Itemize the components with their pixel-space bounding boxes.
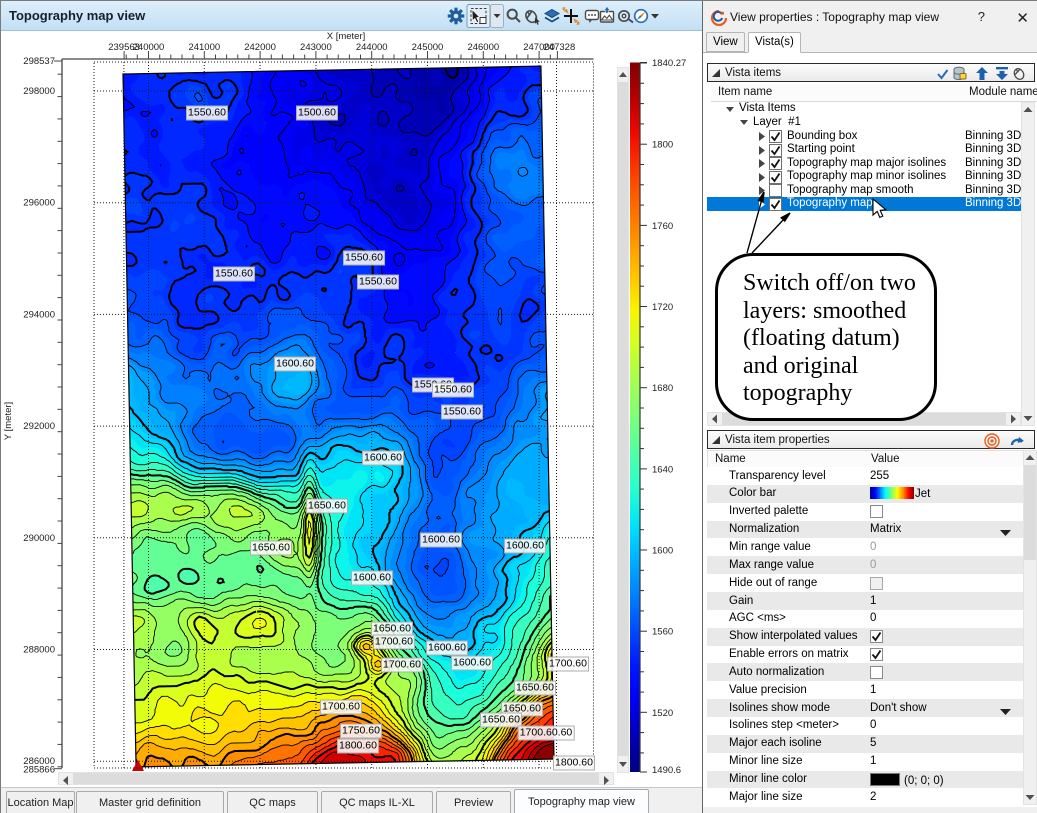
svg-text:1640: 1640 [652, 464, 673, 475]
svg-text:1490.6: 1490.6 [652, 765, 681, 776]
svg-text:1560: 1560 [652, 627, 673, 638]
svg-text:298537: 298537 [23, 56, 55, 67]
svg-text:X [meter]: X [meter] [327, 31, 366, 42]
svg-text:239563: 239563 [108, 42, 140, 53]
svg-text:292000: 292000 [23, 421, 55, 432]
svg-text:245000: 245000 [412, 42, 444, 53]
svg-text:1840.27: 1840.27 [652, 58, 686, 69]
svg-text:294000: 294000 [23, 309, 55, 320]
svg-text:1680: 1680 [652, 383, 673, 394]
svg-text:288000: 288000 [23, 645, 55, 656]
svg-text:241000: 241000 [188, 42, 220, 53]
svg-text:298000: 298000 [23, 86, 55, 97]
svg-text:1600: 1600 [652, 546, 673, 557]
svg-text:Y [meter]: Y [meter] [3, 402, 14, 440]
svg-text:246000: 246000 [467, 42, 499, 53]
svg-text:296000: 296000 [23, 198, 55, 209]
svg-text:1760: 1760 [652, 221, 673, 232]
svg-text:242000: 242000 [244, 42, 276, 53]
svg-text:1720: 1720 [652, 302, 673, 313]
svg-text:285866: 285866 [23, 765, 55, 776]
svg-text:247328: 247328 [544, 42, 576, 53]
svg-text:1800: 1800 [652, 140, 673, 151]
svg-text:1520: 1520 [652, 708, 673, 719]
svg-text:290000: 290000 [23, 533, 55, 544]
svg-text:243000: 243000 [300, 42, 332, 53]
svg-text:244000: 244000 [356, 42, 388, 53]
